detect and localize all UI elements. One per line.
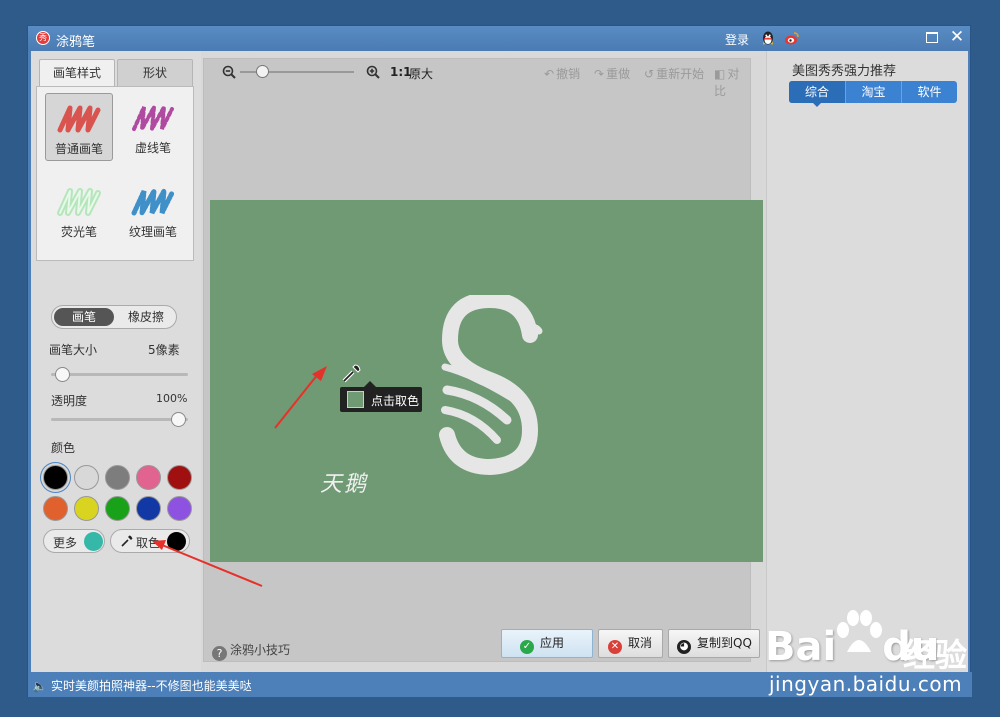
color-picker-tooltip: 点击取色: [340, 381, 422, 412]
opacity-label: 透明度: [51, 394, 88, 408]
brush-highlighter[interactable]: 荧光笔: [45, 177, 113, 245]
jingyan-logo-text: 经验: [903, 636, 968, 674]
zoom-out-icon[interactable]: [222, 65, 236, 79]
opacity-thumb[interactable]: [171, 412, 186, 427]
texture-brush-icon: [131, 189, 175, 216]
restart-button[interactable]: ↺ 重新开始: [644, 65, 704, 82]
maximize-button[interactable]: [926, 32, 938, 43]
brush-size-thumb[interactable]: [55, 367, 70, 382]
apply-button[interactable]: ✓ 应用: [501, 629, 593, 658]
signature-text: 天鹅: [320, 472, 369, 497]
mode-eraser[interactable]: 橡皮擦: [116, 308, 176, 326]
normal-brush-icon: [57, 105, 101, 133]
zoom-slider-thumb[interactable]: [256, 65, 269, 78]
color-swatch[interactable]: [43, 496, 68, 521]
cancel-button[interactable]: ✕ 取消: [598, 629, 663, 658]
weibo-icon[interactable]: [784, 30, 800, 46]
redo-icon: ↷: [594, 67, 605, 81]
copy-to-qq-button[interactable]: ◕ 复制到QQ: [668, 629, 760, 658]
qq-icon: ◕: [677, 640, 691, 654]
client-area: 画笔样式 形状 普通画笔 虚线笔 荧光笔 纹理画笔 画笔 橡皮擦 画笔大小 5像…: [31, 51, 968, 672]
color-swatch[interactable]: [136, 465, 161, 490]
color-swatch[interactable]: [74, 465, 99, 490]
brush-size-label: 画笔大小: [49, 343, 98, 357]
status-ad-link[interactable]: 🔈 实时美颜拍照神器--不修图也能美美哒: [32, 677, 252, 694]
graffiti-pen-window: 秀 涂鸦笔 登录 ✕ 画笔样式 形状 普通画笔 虚线笔 荧光笔 纹理画笔 画笔 …: [27, 25, 972, 697]
actual-size-button[interactable]: 原大: [409, 65, 433, 82]
close-button[interactable]: ✕: [949, 28, 965, 46]
color-swatch[interactable]: [105, 465, 130, 490]
title-bar[interactable]: 秀 涂鸦笔 登录 ✕: [28, 26, 970, 51]
tab-general[interactable]: 综合: [789, 81, 845, 107]
pick-color-button[interactable]: 取色: [110, 529, 190, 553]
undo-icon: ↶: [544, 67, 555, 81]
brush-size-slider[interactable]: [51, 373, 188, 376]
mode-brush[interactable]: 画笔: [54, 308, 114, 326]
drawing-canvas[interactable]: 天鹅 点击取色: [210, 200, 763, 562]
undo-button[interactable]: ↶ 撤销: [544, 65, 580, 82]
recommend-tabs: 综合 淘宝 软件: [789, 81, 957, 107]
app-icon: 秀: [36, 31, 50, 45]
tab-software[interactable]: 软件: [901, 81, 957, 103]
swan-logo-image: [439, 295, 543, 475]
color-swatch[interactable]: [136, 496, 161, 521]
brush-normal[interactable]: 普通画笔: [45, 93, 113, 161]
brush-eraser-toggle: 画笔 橡皮擦: [51, 305, 177, 329]
picked-color-swatch: [167, 532, 186, 551]
qq-penguin-icon[interactable]: [760, 30, 776, 46]
cancel-icon: ✕: [608, 640, 622, 654]
opacity-value: 100%: [156, 392, 188, 405]
color-swatch[interactable]: [43, 465, 68, 490]
zoom-in-icon[interactable]: [366, 65, 380, 79]
eyedropper-icon: [121, 535, 133, 547]
more-color-swatch: [84, 532, 103, 551]
brush-size-value: 5像素: [148, 343, 180, 357]
color-label: 颜色: [51, 441, 76, 455]
redo-button[interactable]: ↷ 重做: [594, 65, 630, 82]
check-icon: ✓: [520, 640, 534, 654]
window-title: 涂鸦笔: [56, 35, 96, 50]
tab-taobao[interactable]: 淘宝: [845, 81, 901, 103]
left-panel: 画笔样式 形状 普通画笔 虚线笔 荧光笔 纹理画笔 画笔 橡皮擦 画笔大小 5像…: [31, 51, 201, 672]
zoom-toolbar: 1:1 原大 ↶ 撤销 ↷ 重做 ↺ 重新开始 ◧ 对比: [204, 59, 750, 98]
help-icon: ?: [212, 646, 227, 661]
restart-icon: ↺: [644, 67, 655, 81]
opacity-slider[interactable]: [51, 418, 188, 421]
color-swatch[interactable]: [167, 465, 192, 490]
hover-color-swatch: [347, 391, 364, 408]
dashed-brush-icon: [132, 106, 174, 131]
color-swatch[interactable]: [74, 496, 99, 521]
editor-area: 1:1 原大 ↶ 撤销 ↷ 重做 ↺ 重新开始 ◧ 对比 天鹅 点击取色 ? 涂…: [203, 58, 763, 662]
tab-shape[interactable]: 形状: [117, 59, 193, 87]
tab-brush-style[interactable]: 画笔样式: [39, 59, 115, 87]
brush-texture[interactable]: 纹理画笔: [119, 177, 187, 245]
brush-style-list: 普通画笔 虚线笔 荧光笔 纹理画笔: [36, 86, 194, 261]
jingyan-url: jingyan.baidu.com: [769, 672, 963, 696]
brush-dashed[interactable]: 虚线笔: [119, 93, 187, 161]
highlighter-brush-icon: [57, 188, 101, 216]
recommend-panel: 美图秀秀强力推荐 综合 淘宝 软件: [766, 51, 968, 672]
more-colors-button[interactable]: 更多: [43, 529, 105, 553]
eyedropper-cursor-icon: [342, 364, 361, 383]
color-swatch[interactable]: [105, 496, 130, 521]
graffiti-tips-link[interactable]: ? 涂鸦小技巧: [212, 641, 290, 661]
recommend-title: 美图秀秀强力推荐: [792, 64, 897, 79]
compare-icon: ◧: [714, 67, 726, 81]
baidu-jingyan-watermark: Bai du 经验 jingyan.baidu.com: [765, 610, 995, 712]
login-link[interactable]: 登录: [725, 31, 749, 48]
speaker-icon: 🔈: [32, 679, 47, 693]
color-swatch[interactable]: [167, 496, 192, 521]
compare-button[interactable]: ◧ 对比: [714, 65, 750, 99]
